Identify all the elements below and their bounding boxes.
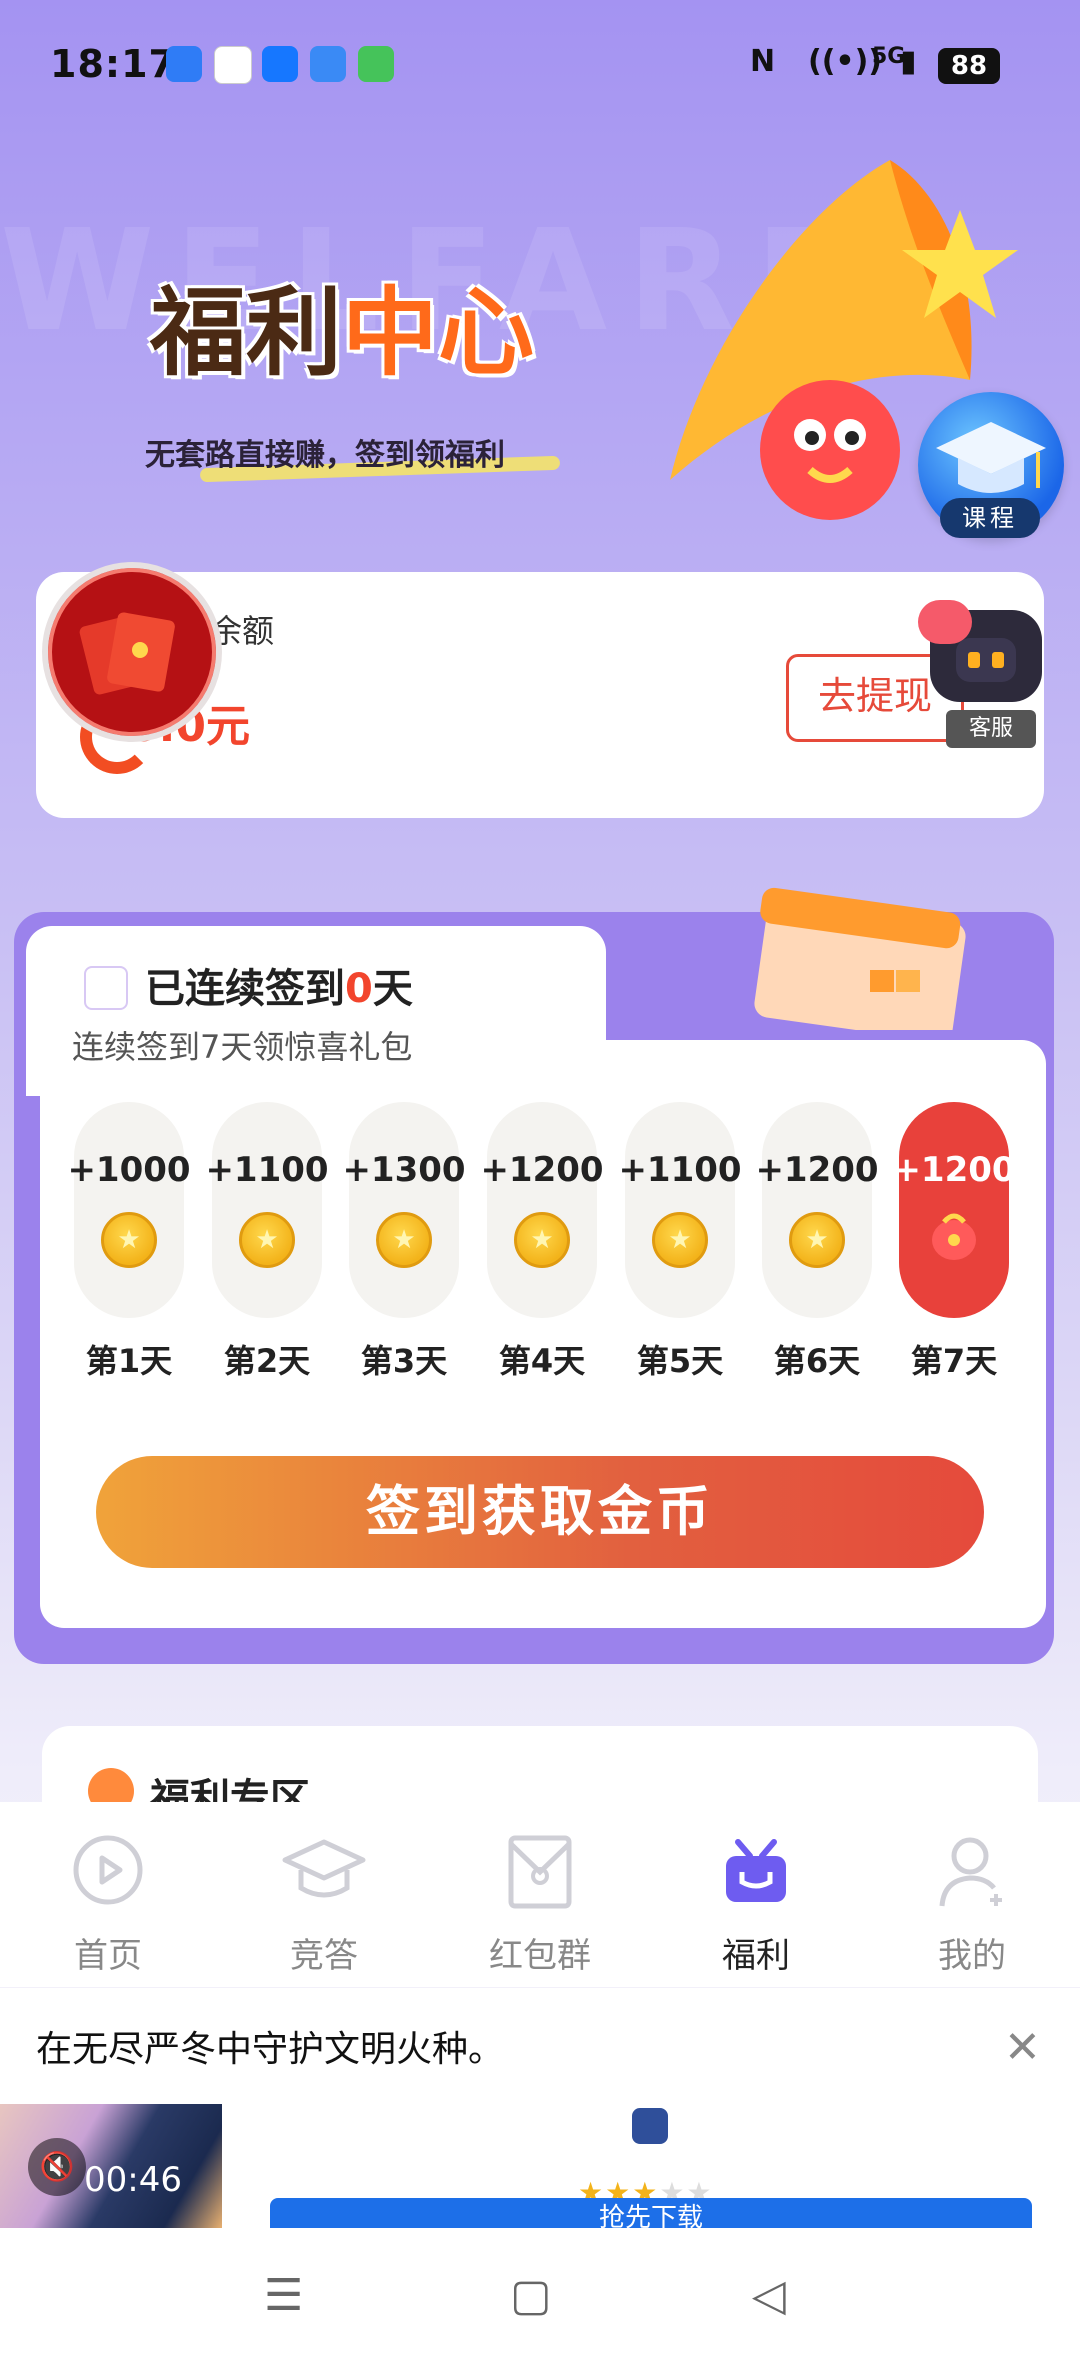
signal-icon: ▮ <box>900 44 917 79</box>
signin-day-value: +1300 <box>342 1150 466 1190</box>
signin-title-prefix: 已连续签到 <box>145 966 345 1012</box>
signin-day-value: +1200 <box>480 1150 604 1190</box>
ad-video-timer: 00:46 <box>84 2160 182 2200</box>
calendar-illustration <box>754 887 966 1030</box>
ad-text[interactable]: 在无尽严冬中守护文明火种。 <box>36 2020 504 2072</box>
gold-coin-icon <box>376 1212 432 1268</box>
gift-bag-icon <box>932 1213 976 1260</box>
nav-item-home[interactable]: 首页 <box>0 1832 216 1982</box>
signin-day-value: +1100 <box>618 1150 742 1190</box>
nfc-icon: N <box>750 44 776 79</box>
signin-button[interactable]: 签到获取金币 <box>96 1456 984 1568</box>
signin-day-4[interactable] <box>487 1102 597 1318</box>
signin-streak-count: 0 <box>345 966 373 1012</box>
signin-day-2[interactable] <box>212 1102 322 1318</box>
signin-day-label: 第3天 <box>360 1342 448 1380</box>
course-label[interactable]: 课程 <box>940 498 1040 538</box>
red-envelope-icon <box>79 612 175 695</box>
envelope-icon <box>508 1835 572 1909</box>
hero-subtitle: 无套路直接赚，签到领福利 <box>145 438 505 473</box>
nav-label-home: 首页 <box>74 1936 142 1976</box>
close-icon[interactable]: ✕ <box>1004 2022 1041 2073</box>
qq-icon <box>214 46 252 84</box>
gold-coin-icon <box>652 1212 708 1268</box>
signin-day-value: +1200 <box>755 1150 879 1190</box>
mute-icon[interactable]: 🔇 <box>28 2138 86 2196</box>
signin-day-label: 第1天 <box>85 1342 173 1380</box>
signin-streak-title: 已连续签到0天 <box>145 956 413 1014</box>
signin-day-label: 第4天 <box>498 1342 586 1380</box>
signin-day-value: +1000 <box>67 1150 191 1190</box>
calendar-icon <box>84 966 128 1010</box>
home-play-icon <box>73 1835 143 1905</box>
graduation-cap-icon <box>282 1839 366 1898</box>
home-square-icon[interactable]: ▢ <box>510 2270 552 2321</box>
signin-day-6[interactable] <box>762 1102 872 1318</box>
menu-icon[interactable]: ☰ <box>264 2270 303 2321</box>
alipay-icon <box>262 46 298 82</box>
gold-coin-icon <box>789 1212 845 1268</box>
signin-title-suffix: 天 <box>372 966 413 1012</box>
signin-day-label: 第2天 <box>223 1342 311 1380</box>
nav-item-quiz[interactable]: 竞答 <box>216 1832 432 1982</box>
battery-indicator: 88 <box>938 48 1000 84</box>
signin-day-label: 第7天 <box>910 1342 998 1380</box>
status-time: 18:17 <box>50 42 176 86</box>
nav-item-welfare[interactable]: 福利 <box>648 1832 864 1982</box>
gift-box-icon <box>726 1839 786 1902</box>
signin-subtitle: 连续签到7天领惊喜礼包 <box>72 1028 413 1066</box>
signin-day-5[interactable] <box>625 1102 735 1318</box>
back-icon[interactable]: ◁ <box>752 2270 786 2321</box>
nav-label-mine: 我的 <box>938 1936 1006 1976</box>
hero-title-part2: 中心 <box>342 277 534 389</box>
browser-icon <box>310 46 346 82</box>
red-envelope-floating-button[interactable] <box>42 562 222 742</box>
chat-bubble-icon <box>918 600 972 644</box>
nav-label-redpacket-group: 红包群 <box>489 1936 591 1976</box>
signin-day-label: 第6天 <box>773 1342 861 1380</box>
customer-service-label[interactable]: 客服 <box>946 710 1036 748</box>
signin-day-label: 第5天 <box>636 1342 724 1380</box>
signin-day-value: +1100 <box>205 1150 329 1190</box>
gold-coin-icon <box>101 1212 157 1268</box>
signin-day-1[interactable] <box>74 1102 184 1318</box>
gold-coin-icon <box>514 1212 570 1268</box>
message-icon <box>358 46 394 82</box>
signin-day-3[interactable] <box>349 1102 459 1318</box>
gold-coin-icon <box>239 1212 295 1268</box>
nav-item-redpacket-group[interactable]: 红包群 <box>432 1832 648 1982</box>
nav-item-mine[interactable]: 我的 <box>864 1832 1080 1982</box>
ad-app-icon <box>632 2108 668 2144</box>
signin-day-value: +1200 <box>892 1150 1016 1190</box>
nav-label-welfare: 福利 <box>722 1936 790 1976</box>
app-notification-icon <box>166 46 202 82</box>
ad-download-button[interactable]: 抢先下载 <box>270 2198 1032 2228</box>
hero-title-part1: 福利 <box>150 277 342 389</box>
nav-label-quiz: 竞答 <box>290 1936 358 1976</box>
wifi-icon: ((•)) <box>808 44 883 79</box>
hero-title: 福利中心 <box>150 255 534 394</box>
user-profile-icon <box>939 1837 1002 1907</box>
